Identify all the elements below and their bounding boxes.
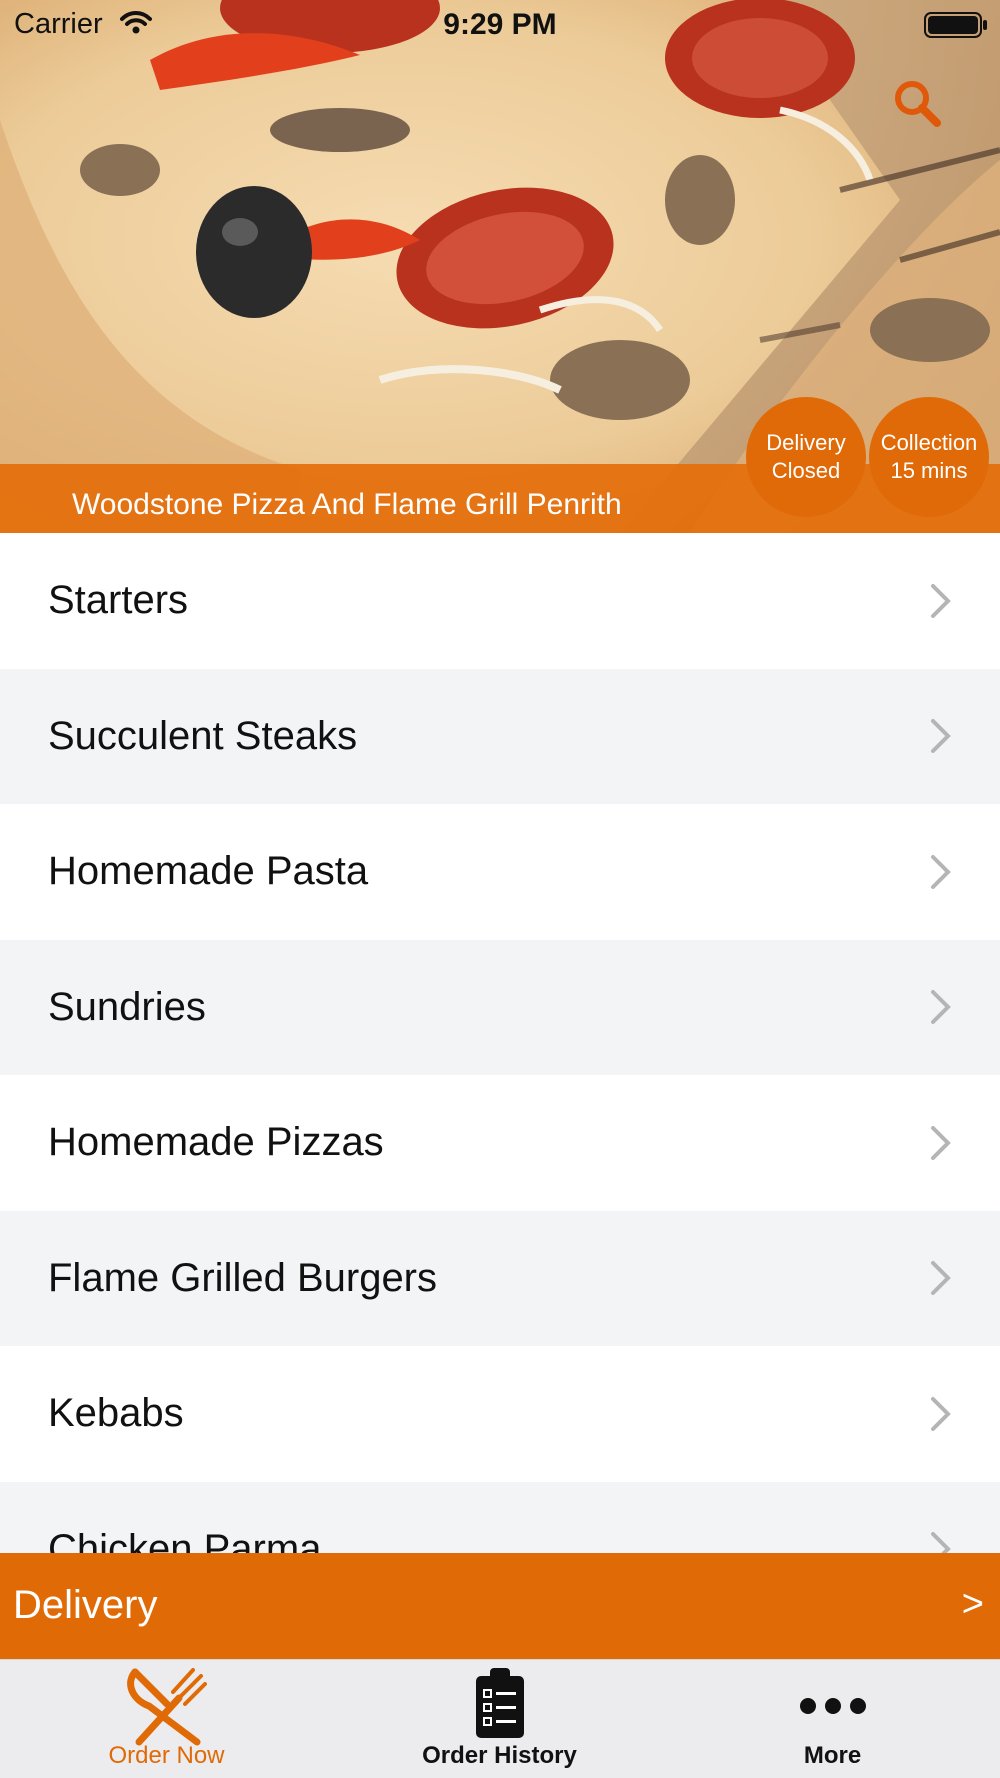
tab-label: More [803,1742,862,1769]
clipboard-list-icon [475,1668,524,1738]
delivery-badge-title: Delivery [766,430,846,455]
collection-badge-title: Collection [880,430,978,455]
category-list[interactable]: Starters Succulent Steaks Homemade Pasta… [0,533,1000,1553]
chevron-right-icon [931,990,951,1025]
fork-knife-icon [126,1668,207,1746]
delivery-status-badge: Delivery Closed [746,397,866,517]
more-dots-icon [799,1698,866,1714]
chevron-right-icon [931,719,951,754]
category-row-homemade-pizzas[interactable]: Homemade Pizzas [0,1075,1000,1211]
chevron-right-icon [931,1532,951,1553]
category-label: Succulent Steaks [48,713,358,758]
collection-status-badge: Collection 15 mins [869,397,989,517]
category-label: Starters [48,578,189,623]
category-row-starters[interactable]: Starters [0,533,1000,669]
tab-bar: Order Now Order History More [0,1659,1000,1778]
chevron-right-icon [931,1125,951,1160]
chevron-right-icon [931,854,951,889]
delivery-mode-label: Delivery [13,1583,158,1627]
delivery-arrow-icon: > [961,1583,984,1625]
category-row-kebabs[interactable]: Kebabs [0,1346,1000,1482]
category-label: Flame Grilled Burgers [48,1255,438,1300]
search-icon[interactable] [892,78,942,128]
tab-more[interactable]: More [666,1660,999,1778]
tab-label: Order History [422,1742,577,1769]
chevron-right-icon [931,1396,951,1431]
status-bar: Carrier 9:29 PM [0,0,1000,50]
delivery-mode-button[interactable]: Delivery > [0,1553,1000,1659]
category-row-homemade-pasta[interactable]: Homemade Pasta [0,804,1000,940]
category-row-flame-grilled-burgers[interactable]: Flame Grilled Burgers [0,1210,1000,1346]
category-label: Chicken Parma [48,1526,322,1553]
collection-badge-time: 15 mins [890,458,968,483]
tab-label: Order Now [108,1742,225,1769]
battery-icon [924,12,987,38]
category-label: Homemade Pasta [48,849,369,894]
delivery-badge-status: Closed [771,458,841,483]
category-label: Kebabs [48,1391,184,1436]
chevron-right-icon [931,1261,951,1296]
category-row-sundries[interactable]: Sundries [0,939,1000,1075]
category-label: Homemade Pizzas [48,1120,384,1165]
category-row-succulent-steaks[interactable]: Succulent Steaks [0,668,1000,804]
chevron-right-icon [931,583,951,618]
tab-order-now[interactable]: Order Now [0,1660,333,1778]
clock: 9:29 PM [443,8,557,41]
tab-order-history[interactable]: Order History [333,1660,666,1778]
restaurant-name: Woodstone Pizza And Flame Grill Penrith [72,488,622,521]
category-row-chicken-parma[interactable]: Chicken Parma [0,1481,1000,1553]
category-label: Sundries [48,984,206,1029]
